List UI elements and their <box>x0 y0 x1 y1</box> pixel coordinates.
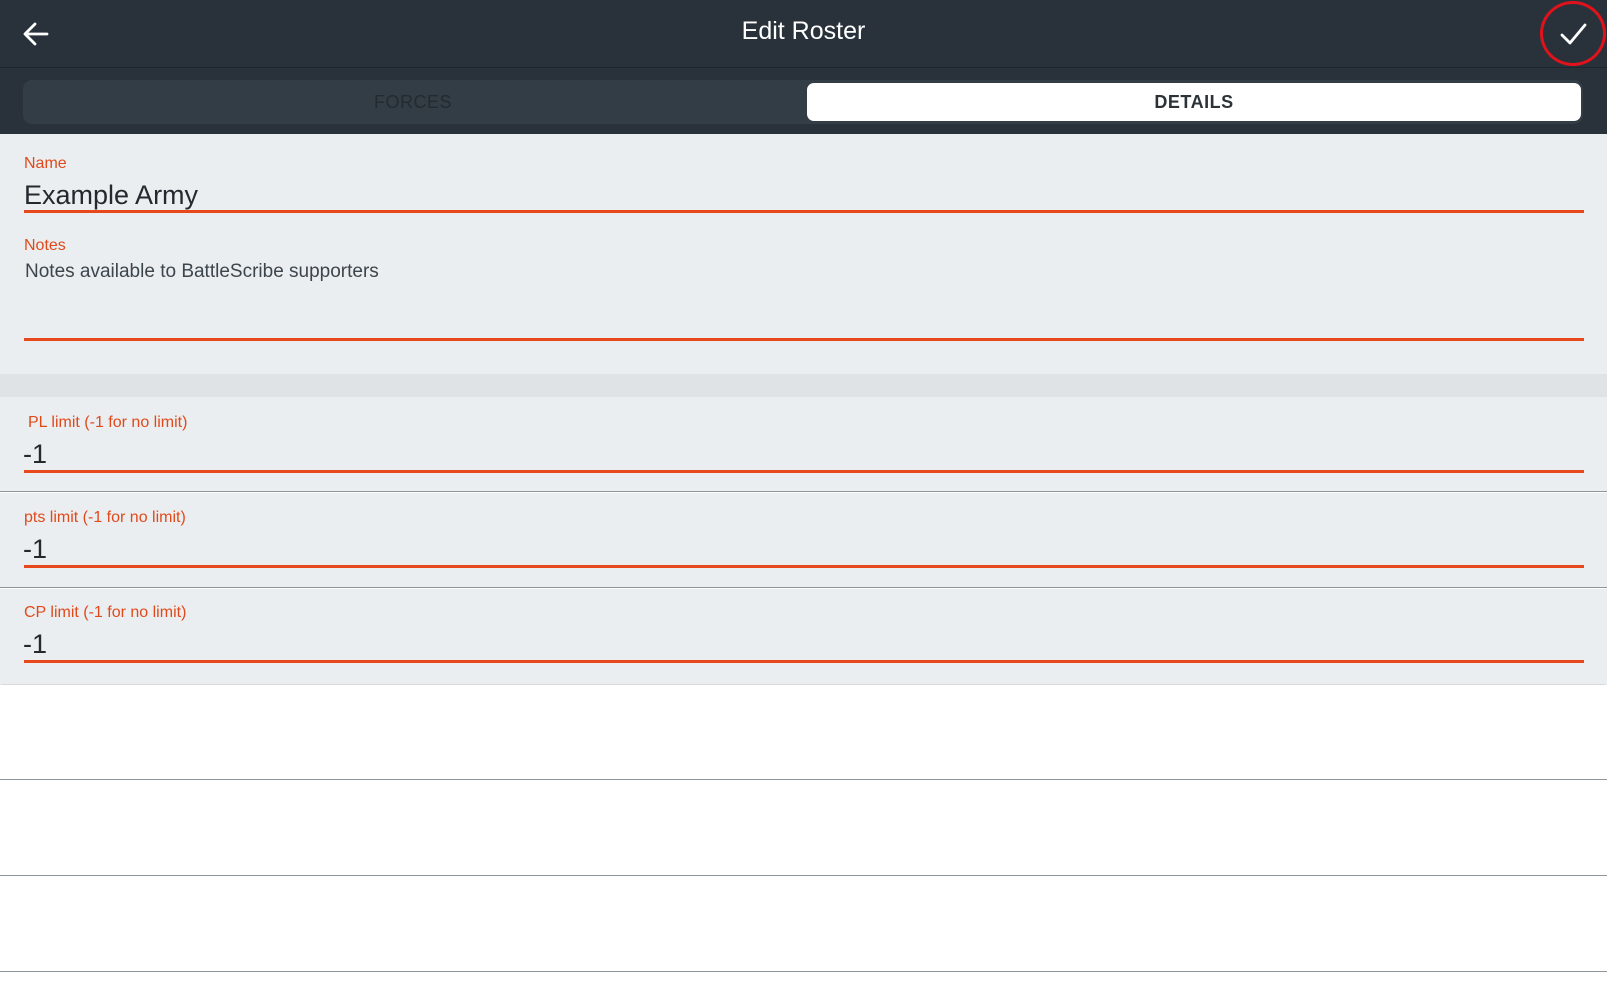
notes-label: Notes <box>24 237 66 254</box>
cp-limit-row: CP limit (-1 for no limit) -1 <box>0 589 1607 684</box>
pl-limit-underline <box>24 470 1584 473</box>
name-input[interactable]: Example Army <box>24 180 198 211</box>
name-underline <box>24 210 1584 213</box>
top-app-bar: Edit Roster <box>0 0 1607 68</box>
arrow-left-icon <box>23 22 49 46</box>
tab-bar: FORCES DETAILS <box>0 68 1607 134</box>
name-label: Name <box>24 155 67 172</box>
empty-list-row <box>0 877 1607 972</box>
pts-limit-underline <box>24 565 1584 568</box>
cp-limit-input[interactable]: -1 <box>23 629 47 660</box>
confirm-button[interactable] <box>1540 1 1606 66</box>
cp-limit-label: CP limit (-1 for no limit) <box>24 604 187 621</box>
back-button[interactable] <box>16 14 56 54</box>
roster-details-card: Name Example Army Notes Notes available … <box>0 134 1607 374</box>
checkmark-icon <box>1560 23 1587 44</box>
section-divider <box>0 374 1607 397</box>
notes-underline <box>24 338 1584 341</box>
pts-limit-input[interactable]: -1 <box>23 534 47 565</box>
segmented-control: FORCES DETAILS <box>23 80 1583 124</box>
pl-limit-label: PL limit (-1 for no limit) <box>28 414 188 431</box>
pts-limit-label: pts limit (-1 for no limit) <box>24 509 186 526</box>
pts-limit-row: pts limit (-1 for no limit) -1 <box>0 493 1607 588</box>
pl-limit-input[interactable]: -1 <box>23 439 47 470</box>
empty-list-row <box>0 685 1607 780</box>
notes-textarea[interactable]: Notes available to BattleScribe supporte… <box>25 261 1583 336</box>
cp-limit-underline <box>24 660 1584 663</box>
pl-limit-row: PL limit (-1 for no limit) -1 <box>0 397 1607 492</box>
tab-details[interactable]: DETAILS <box>807 83 1581 121</box>
tab-forces[interactable]: FORCES <box>23 80 803 124</box>
empty-list-row <box>0 781 1607 876</box>
page-title: Edit Roster <box>741 17 866 45</box>
